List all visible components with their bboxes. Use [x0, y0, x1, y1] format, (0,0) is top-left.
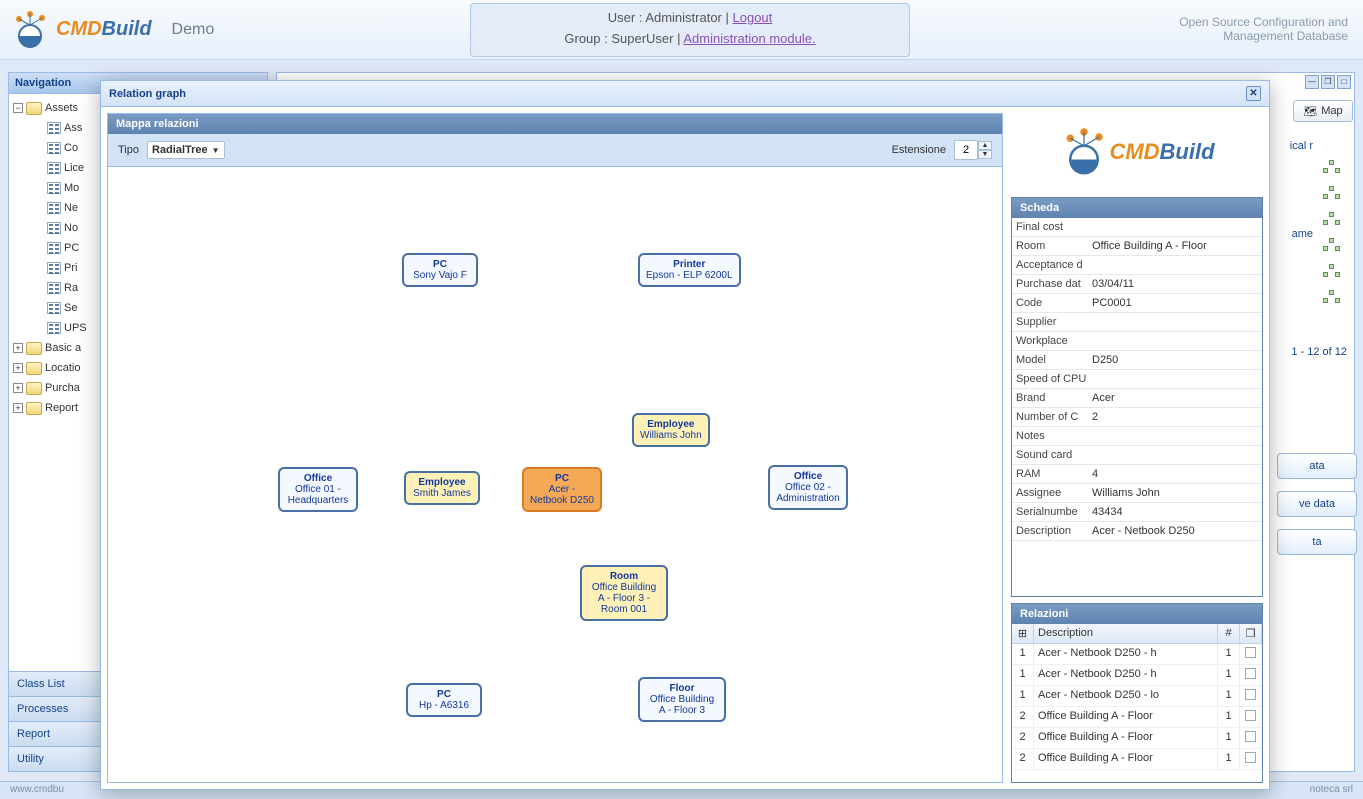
- tipo-label: Tipo: [118, 144, 139, 156]
- scheda-title: Scheda: [1012, 198, 1262, 218]
- card-row: BrandAcer: [1012, 389, 1262, 408]
- rel-row[interactable]: 1Acer - Netbook D250 - lo1: [1012, 686, 1262, 707]
- close-icon[interactable]: ✕: [1246, 86, 1261, 101]
- card-row: RAM4: [1012, 465, 1262, 484]
- card-row: Notes: [1012, 427, 1262, 446]
- node-employee-smith[interactable]: EmployeeSmith James: [404, 471, 480, 505]
- card-row: Final cost: [1012, 218, 1262, 237]
- node-printer[interactable]: PrinterEpson - ELP 6200L: [638, 253, 741, 287]
- tipo-select[interactable]: RadialTree▼: [147, 141, 225, 159]
- card-row: DescriptionAcer - Netbook D250: [1012, 522, 1262, 541]
- card-row: Purchase dat03/04/11: [1012, 275, 1262, 294]
- rel-row[interactable]: 2Office Building A - Floor1: [1012, 707, 1262, 728]
- scheda-body[interactable]: Final costRoomOffice Building A - FloorA…: [1012, 218, 1262, 596]
- map-title: Mappa relazioni: [108, 114, 1002, 134]
- card-row: ModelD250: [1012, 351, 1262, 370]
- modal-mask: Relation graph ✕ Mappa relazioni Tipo Ra…: [0, 0, 1363, 799]
- node-pc-hp[interactable]: PCHp - A6316: [406, 683, 482, 717]
- ext-label: Estensione: [892, 144, 946, 156]
- copy-icon[interactable]: ❐: [1240, 624, 1262, 643]
- node-pc-sony[interactable]: PCSony Vajo F: [402, 253, 478, 287]
- card-row: Workplace: [1012, 332, 1262, 351]
- ext-spinner[interactable]: ▲▼: [954, 140, 992, 160]
- card-row: AssigneeWilliams John: [1012, 484, 1262, 503]
- card-row: RoomOffice Building A - Floor: [1012, 237, 1262, 256]
- rel-header-row: ⊞ Description # ❐: [1012, 624, 1262, 644]
- node-pc-acer[interactable]: PCAcer - Netbook D250: [522, 467, 602, 512]
- ext-input[interactable]: [954, 140, 978, 160]
- rel-col-description[interactable]: Description: [1034, 624, 1218, 643]
- card-row: Supplier: [1012, 313, 1262, 332]
- rel-row[interactable]: 2Office Building A - Floor1: [1012, 728, 1262, 749]
- node-employee-williams[interactable]: EmployeeWilliams John: [632, 413, 710, 447]
- modal-header: Relation graph ✕: [101, 81, 1269, 107]
- map-toolbar: Tipo RadialTree▼ Estensione ▲▼: [108, 134, 1002, 167]
- card-row: CodePC0001: [1012, 294, 1262, 313]
- node-room[interactable]: RoomOffice Building A - Floor 3 - Room 0…: [580, 565, 668, 621]
- scheda-panel: Scheda Final costRoomOffice Building A -…: [1011, 197, 1263, 597]
- card-row: Speed of CPU: [1012, 370, 1262, 389]
- rel-row[interactable]: 1Acer - Netbook D250 - h1: [1012, 644, 1262, 665]
- spinner-down-icon[interactable]: ▼: [978, 150, 992, 159]
- card-row: Serialnumbe43434: [1012, 503, 1262, 522]
- relation-map-panel: Mappa relazioni Tipo RadialTree▼ Estensi…: [107, 113, 1003, 783]
- graph-edges: [108, 167, 408, 317]
- card-row: Number of C2: [1012, 408, 1262, 427]
- rel-body[interactable]: 1Acer - Netbook D250 - h11Acer - Netbook…: [1012, 644, 1262, 782]
- rel-row[interactable]: 1Acer - Netbook D250 - h1: [1012, 665, 1262, 686]
- spinner-up-icon[interactable]: ▲: [978, 141, 992, 150]
- card-row: Acceptance d: [1012, 256, 1262, 275]
- relazioni-panel: Relazioni ⊞ Description # ❐ 1Acer - Netb…: [1011, 603, 1263, 783]
- side-logo: CMDBuild: [1011, 113, 1263, 191]
- tree-icon[interactable]: ⊞: [1012, 624, 1034, 643]
- rel-row[interactable]: 2Office Building A - Floor1: [1012, 749, 1262, 770]
- node-office-admin[interactable]: OfficeOffice 02 - Administration: [768, 465, 848, 510]
- node-office-hq[interactable]: OfficeOffice 01 - Headquarters: [278, 467, 358, 512]
- graph-canvas[interactable]: PCSony Vajo F PrinterEpson - ELP 6200L O…: [108, 167, 1002, 782]
- card-row: Sound card: [1012, 446, 1262, 465]
- rel-col-hash[interactable]: #: [1218, 624, 1240, 643]
- relation-graph-modal: Relation graph ✕ Mappa relazioni Tipo Ra…: [100, 80, 1270, 790]
- node-floor[interactable]: FloorOffice Building A - Floor 3: [638, 677, 726, 722]
- modal-title: Relation graph: [109, 88, 186, 100]
- relazioni-title: Relazioni: [1012, 604, 1262, 624]
